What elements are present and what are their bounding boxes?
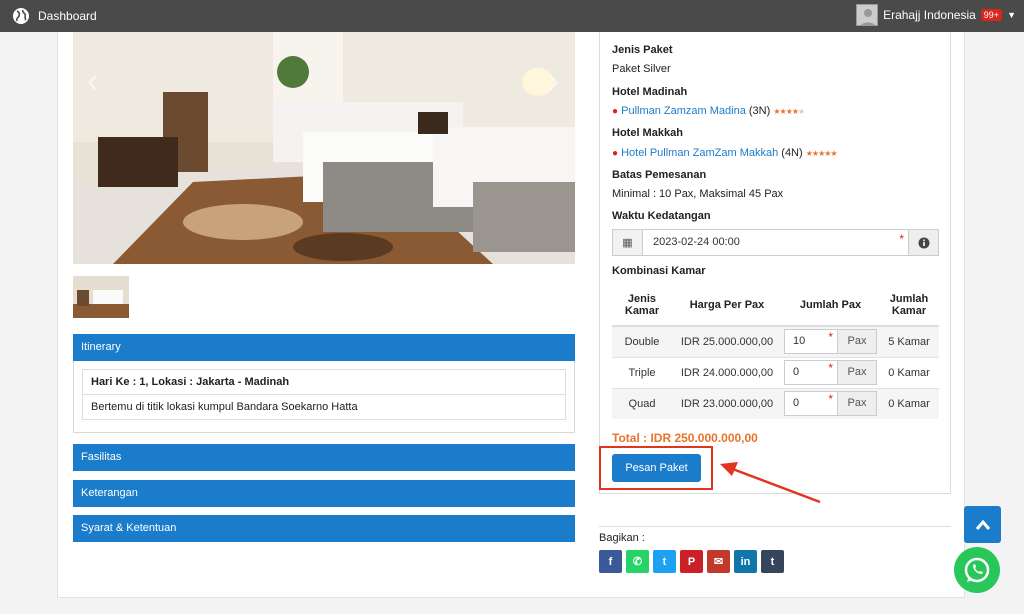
map-pin-icon: ● [612, 148, 619, 159]
keterangan-panel-header[interactable]: Keterangan [73, 480, 575, 507]
share-label: Bagikan : [599, 532, 645, 544]
user-name: Erahajj Indonesia [883, 8, 976, 22]
room-price: IDR 25.000.000,00 [672, 325, 782, 357]
batas-pemesanan-label: Batas Pemesanan [612, 169, 707, 181]
avatar [856, 4, 879, 26]
itinerary-panel-header[interactable]: Itinerary [73, 334, 575, 361]
room-count: 5 Kamar [879, 325, 939, 357]
col-header: Jumlah Pax [782, 284, 879, 327]
svg-text:›: › [548, 62, 559, 100]
hotel-madinah-row: ● Pullman Zamzam Madina (3N) ★★★★★ [612, 105, 805, 117]
photo-thumbnail[interactable] [73, 276, 129, 318]
pinterest-icon[interactable]: P [680, 550, 703, 573]
annotation-arrow-icon [720, 462, 821, 504]
dashboard-title: Dashboard [38, 9, 97, 23]
required-asterisk: * [899, 232, 904, 246]
pax-cell: 0 * Pax [782, 356, 879, 388]
pax-cell: 10 * Pax [782, 325, 879, 357]
room-price: IDR 24.000.000,00 [672, 356, 782, 388]
fasilitas-panel-header[interactable]: Fasilitas [73, 444, 575, 471]
pax-unit: Pax [837, 330, 876, 354]
top-navbar: Dashboard Erahajj Indonesia 99+ ▼ [0, 0, 1024, 32]
tumblr-icon[interactable]: t [761, 550, 784, 573]
itinerary-description: Bertemu di titik lokasi kumpul Bandara S… [83, 394, 565, 419]
itinerary-day: Hari Ke : 1, Lokasi : Jakarta - Madinah [91, 376, 290, 388]
pax-input[interactable]: 0 * [785, 392, 837, 416]
syarat-panel-header[interactable]: Syarat & Ketentuan [73, 515, 575, 542]
star-rating-icon: ★★★★★ [773, 107, 805, 116]
waktu-kedatangan-label: Waktu Kedatangan [612, 210, 711, 222]
room-type: Quad [612, 387, 672, 419]
globe-icon [13, 8, 29, 24]
hotel-makkah-link[interactable]: Hotel Pullman ZamZam Makkah [621, 147, 778, 159]
info-icon[interactable] [908, 230, 938, 255]
star-rating-icon: ★★★★★ [805, 149, 838, 158]
pesan-paket-button[interactable]: Pesan Paket [612, 454, 701, 482]
twitter-icon[interactable]: t [653, 550, 676, 573]
room-type: Double [612, 325, 672, 357]
calendar-icon: ▦ [613, 230, 643, 255]
col-header: Jenis Kamar [612, 284, 672, 327]
pax-unit: Pax [837, 361, 876, 384]
hotel-makkah-label: Hotel Makkah [612, 127, 683, 139]
hotel-makkah-row: ● Hotel Pullman ZamZam Makkah (4N) ★★★★★ [612, 147, 838, 159]
facebook-icon[interactable]: f [599, 550, 622, 573]
room-price: IDR 23.000.000,00 [672, 387, 782, 419]
room-type: Triple [612, 356, 672, 388]
share-buttons: f ✆ t P ✉ in t [599, 550, 784, 573]
chevron-up-icon [975, 519, 990, 530]
room-count: 0 Kamar [879, 387, 939, 419]
table-row: Double IDR 25.000.000,00 10 * Pax 5 Kamar [612, 325, 939, 357]
total-price: Total : IDR 250.000.000,00 [612, 431, 758, 445]
caret-down-icon: ▼ [1007, 10, 1016, 20]
pax-input[interactable]: 10 * [785, 330, 837, 354]
pax-input[interactable]: 0 * [785, 361, 837, 384]
table-row: Quad IDR 23.000.000,00 0 * Pax 0 Kamar [612, 387, 939, 419]
pax-unit: Pax [837, 392, 876, 416]
col-header: Jumlah Kamar [879, 284, 939, 327]
pax-stepper[interactable]: 10 * Pax [784, 329, 877, 355]
hotel-makkah-nights: (4N) [781, 147, 803, 159]
user-menu[interactable]: Erahajj Indonesia 99+ ▼ [856, 4, 1016, 26]
arrival-date-input[interactable]: 2023-02-24 00:00 * [643, 230, 908, 255]
arrival-date-field[interactable]: ▦ 2023-02-24 00:00 * [612, 229, 939, 256]
hotel-madinah-label: Hotel Madinah [612, 86, 688, 98]
pax-stepper[interactable]: 0 * Pax [784, 391, 877, 417]
jenis-paket-label: Jenis Paket [612, 44, 673, 56]
map-pin-icon: ● [612, 106, 619, 117]
room-combination-table: Jenis Kamar Harga Per Pax Jumlah Pax Jum… [612, 284, 939, 419]
hotel-room-photo: ‹ › [73, 32, 575, 264]
whatsapp-icon[interactable]: ✆ [626, 550, 649, 573]
notification-badge: 99+ [980, 9, 1003, 21]
hotel-madinah-nights: (3N) [748, 105, 771, 117]
jenis-paket-value: Paket Silver [612, 63, 671, 75]
room-count: 0 Kamar [879, 356, 939, 388]
package-detail-box [599, 32, 951, 494]
dashboard-link[interactable]: Dashboard [12, 7, 97, 25]
share-divider [599, 526, 951, 527]
whatsapp-chat-button[interactable] [954, 547, 1000, 593]
email-icon[interactable]: ✉ [707, 550, 730, 573]
whatsapp-icon [964, 557, 990, 583]
pax-stepper[interactable]: 0 * Pax [784, 360, 877, 385]
itinerary-table: Hari Ke : 1, Lokasi : Jakarta - Madinah … [82, 369, 566, 420]
svg-text:‹: ‹ [87, 62, 98, 100]
kombinasi-kamar-label: Kombinasi Kamar [612, 265, 706, 277]
col-header: Harga Per Pax [672, 284, 782, 327]
hotel-madinah-link[interactable]: Pullman Zamzam Madina [621, 105, 746, 117]
table-row: Triple IDR 24.000.000,00 0 * Pax 0 Kamar [612, 356, 939, 388]
linkedin-icon[interactable]: in [734, 550, 757, 573]
pax-cell: 0 * Pax [782, 387, 879, 419]
batas-pemesanan-value: Minimal : 10 Pax, Maksimal 45 Pax [612, 188, 784, 200]
scroll-to-top-button[interactable] [964, 506, 1001, 543]
